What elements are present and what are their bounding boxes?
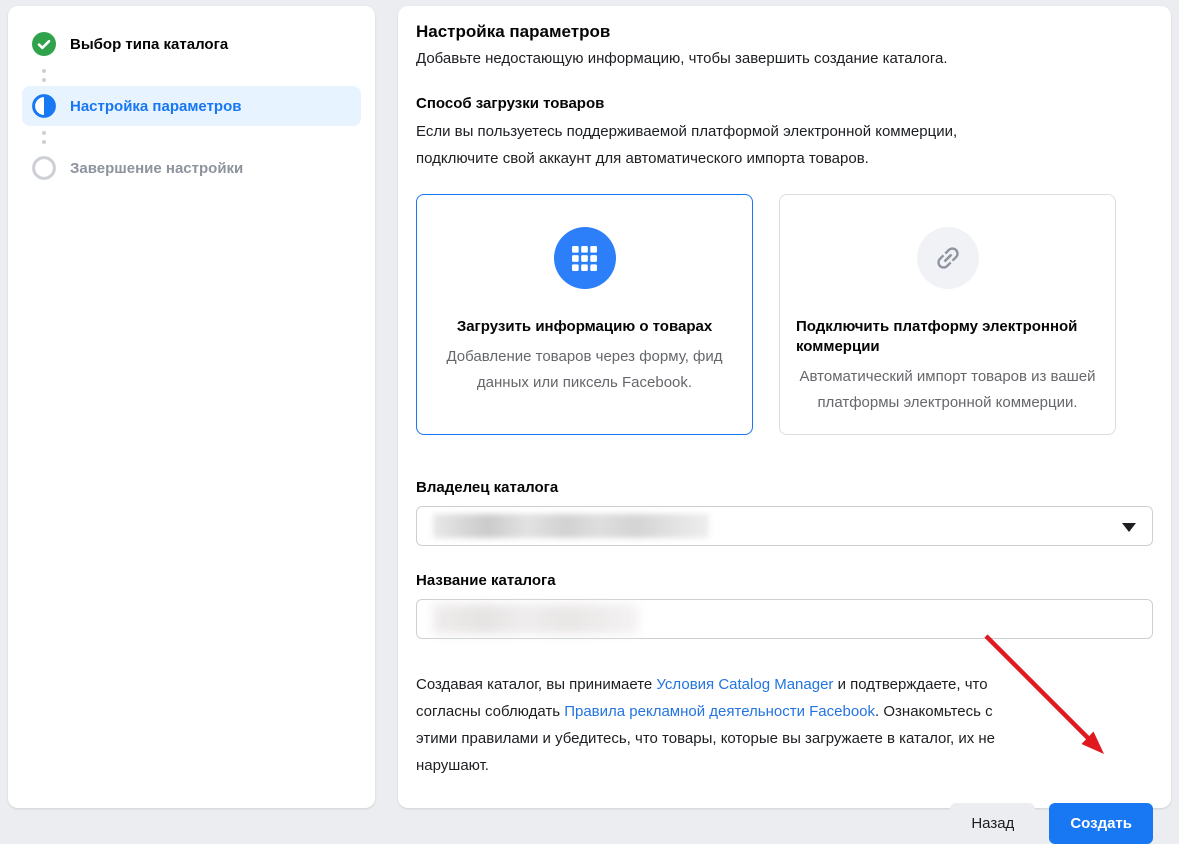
step-label: Завершение настройки (70, 159, 244, 177)
upload-method-cards: Загрузить информацию о товарах Добавлени… (416, 194, 1153, 435)
step-connector-dots (32, 128, 56, 146)
half-progress-icon (32, 94, 56, 118)
card-description: Автоматический импорт товаров из вашей п… (799, 368, 1096, 411)
terms-segment: Создавая каталог, вы принимаете (416, 676, 657, 693)
caret-down-icon (1122, 523, 1136, 532)
back-button[interactable]: Назад (950, 803, 1036, 844)
card-connect-ecommerce-platform[interactable]: Подключить платформу электронной коммерц… (779, 194, 1116, 435)
page-title: Настройка параметров (416, 22, 611, 41)
footer-actions: Назад Создать (416, 803, 1153, 844)
redacted-owner-value (433, 514, 709, 538)
upload-method-heading: Способ загрузки товаров (416, 95, 605, 112)
terms-text: Создавая каталог, вы принимаете Условия … (416, 671, 1016, 779)
settings-panel: Настройка параметров Добавьте недостающу… (398, 6, 1171, 844)
redacted-name-value (433, 604, 638, 634)
upload-method-description: Если вы пользуетесь поддерживаемой платф… (416, 123, 958, 167)
empty-circle-icon (32, 156, 56, 180)
step-connector-dots (32, 66, 56, 84)
sidebar-step-settings[interactable]: Настройка параметров (22, 86, 361, 126)
card-title: Загрузить информацию о товарах (456, 318, 713, 335)
catalog-name-input[interactable] (416, 599, 1153, 639)
card-description: Добавление товаров через форму, фид данн… (446, 348, 723, 391)
page-subtitle: Добавьте недостающую информацию, чтобы з… (416, 50, 948, 67)
create-button[interactable]: Создать (1049, 803, 1153, 844)
advertising-policies-link[interactable]: Правила рекламной деятельности Facebook (564, 703, 875, 720)
card-title: Подключить платформу электронной коммерц… (796, 318, 1078, 355)
catalog-owner-select[interactable] (416, 506, 1153, 546)
grid-icon (553, 227, 616, 289)
wizard-sidebar: Выбор типа каталога Настройка параметров… (8, 6, 375, 808)
sidebar-step-finish[interactable]: Завершение настройки (22, 148, 361, 188)
catalog-owner-label: Владелец каталога (416, 479, 559, 496)
sidebar-step-catalog-type[interactable]: Выбор типа каталога (22, 24, 361, 64)
card-upload-product-info[interactable]: Загрузить информацию о товарах Добавлени… (416, 194, 753, 435)
catalog-manager-terms-link[interactable]: Условия Catalog Manager (656, 676, 833, 693)
step-label: Настройка параметров (70, 97, 242, 115)
step-label: Выбор типа каталога (70, 35, 229, 53)
link-icon (916, 227, 979, 289)
catalog-name-label: Название каталога (416, 572, 556, 589)
check-icon (32, 32, 56, 56)
